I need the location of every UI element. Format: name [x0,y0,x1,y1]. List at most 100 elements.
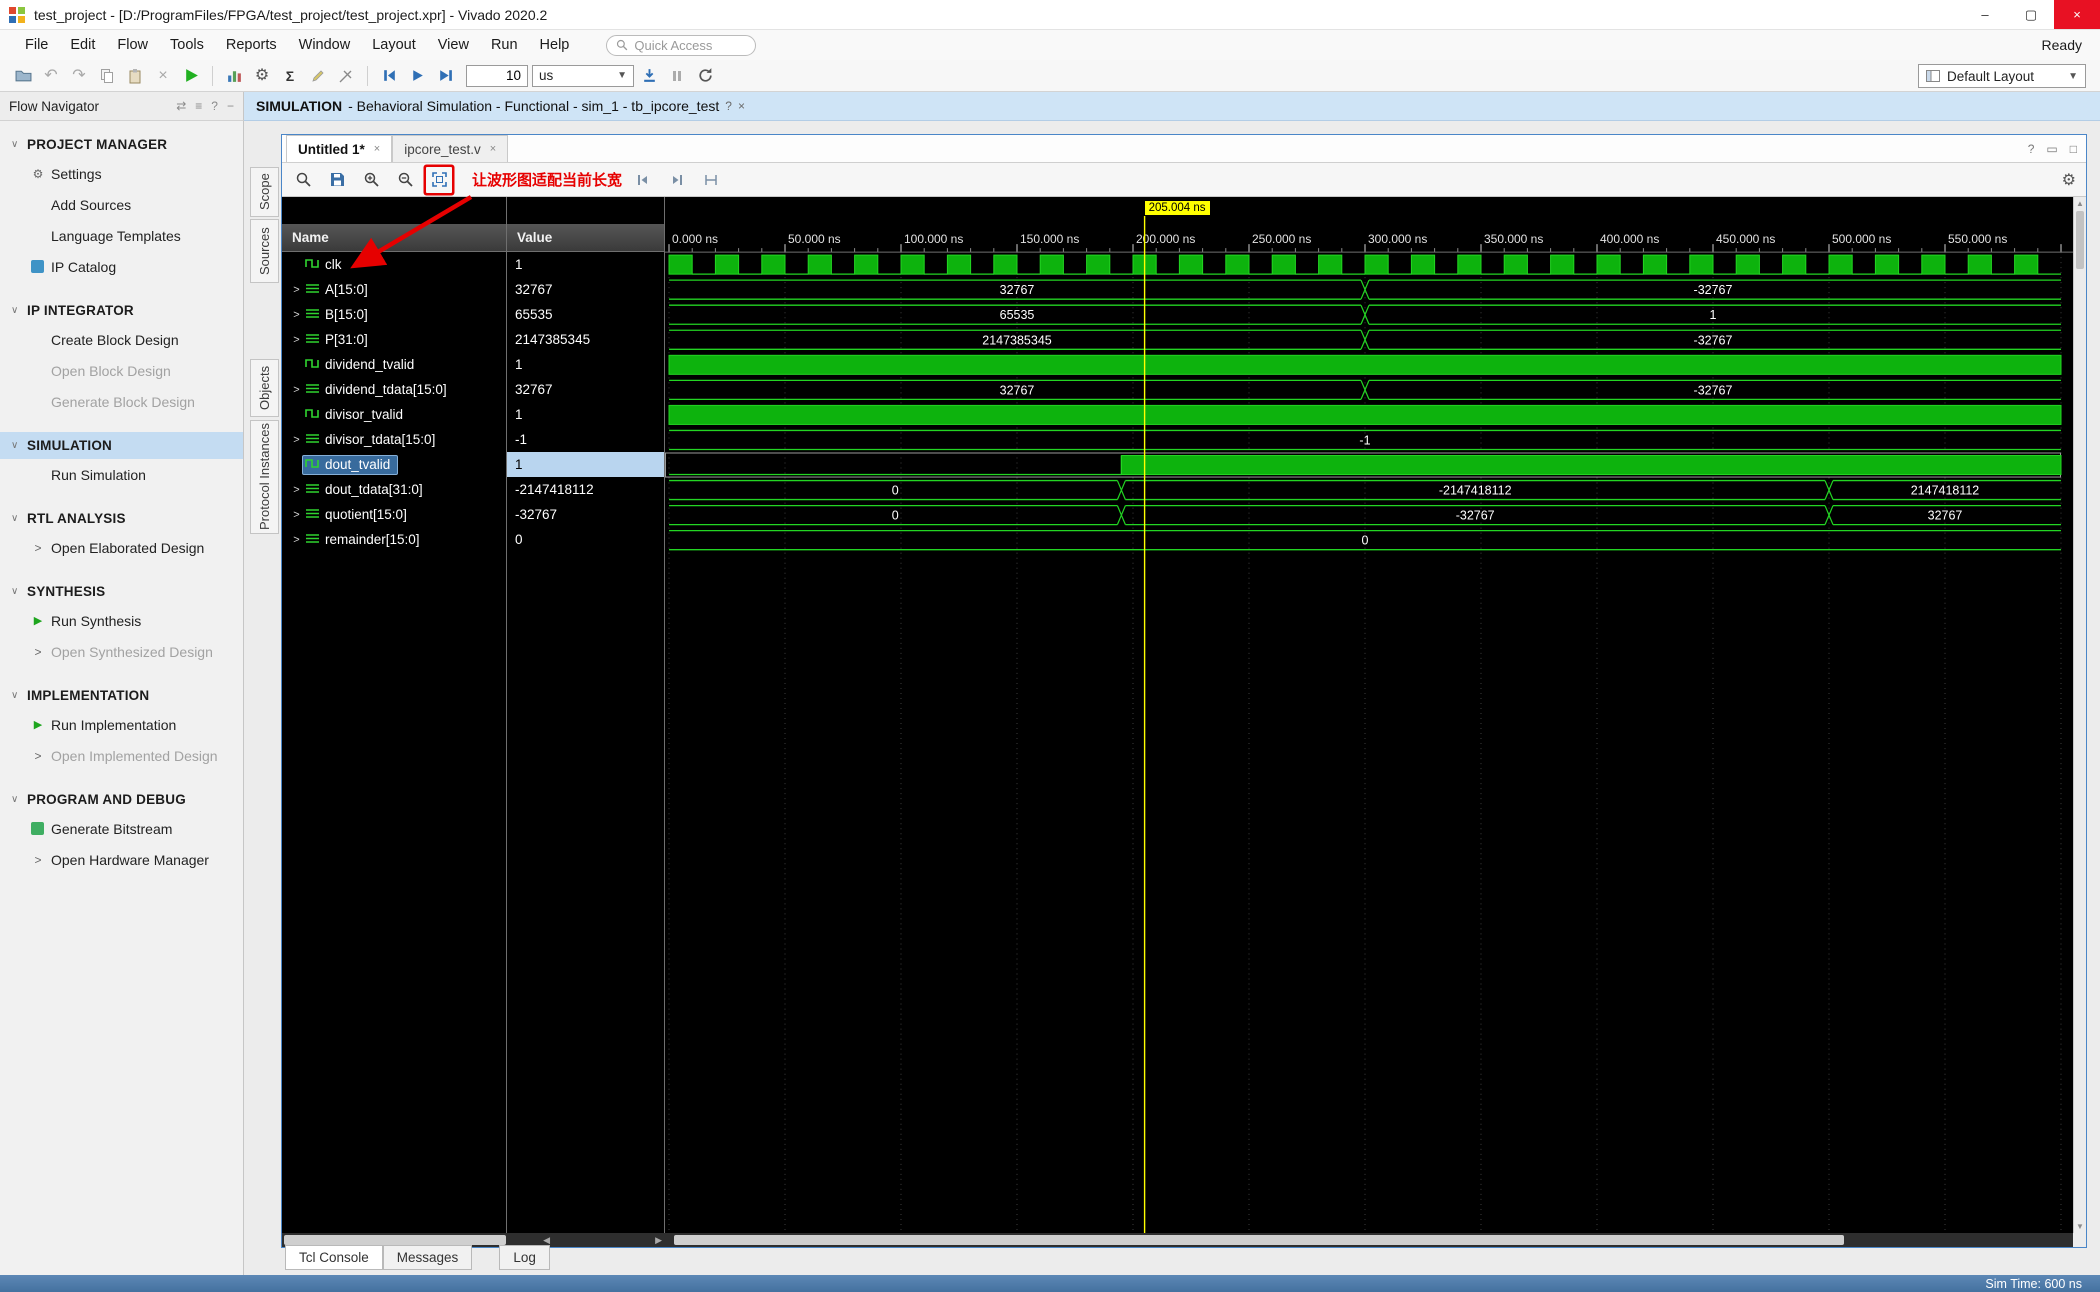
doc-tab-ipcore-test-v[interactable]: ipcore_test.v × [392,135,509,162]
menu-help[interactable]: Help [529,34,581,56]
wave-settings-gear-icon[interactable]: ⚙ [2062,170,2076,190]
wave-hscrollbar[interactable] [666,1233,2073,1247]
tab-close-icon[interactable]: × [374,143,380,155]
signal-row-a-15-0[interactable]: > A[15:0] [282,277,506,302]
side-tab-protocol-instances[interactable]: Protocol Instances [250,420,279,534]
step-button[interactable] [432,63,458,89]
names-hscroll-thumb[interactable] [284,1235,506,1245]
side-tab-objects[interactable]: Objects [250,359,279,417]
run-flow-button[interactable] [178,63,204,89]
flow-section-header-project-manager[interactable]: ∨ PROJECT MANAGER [0,131,243,158]
flow-item-open-synthesized-design[interactable]: > Open Synthesized Design [0,636,243,667]
quick-access-box[interactable]: Quick Access [606,34,757,56]
signal-value-divisor-tvalid[interactable]: 1 [507,402,664,427]
wave-search-icon[interactable] [290,167,316,193]
flow-item-run-synthesis[interactable]: ▶ Run Synthesis [0,605,243,636]
banner-help-icon[interactable]: ? [725,99,732,113]
zoom-fit-button[interactable] [426,167,452,193]
signal-row-quotient-15-0[interactable]: > quotient[15:0] [282,502,506,527]
flow-item-open-elaborated-design[interactable]: > Open Elaborated Design [0,532,243,563]
signal-value-dout-tvalid[interactable]: 1 [507,452,664,477]
flow-item-open-hardware-manager[interactable]: > Open Hardware Manager [0,844,243,875]
nav-help-icon[interactable]: ? [211,99,218,113]
report-icon[interactable] [221,63,247,89]
menu-flow[interactable]: Flow [106,34,159,56]
layout-select[interactable]: Default Layout ▼ [1918,64,2086,88]
flow-item-run-simulation[interactable]: Run Simulation [0,459,243,490]
maximize-button[interactable]: ▢ [2008,0,2054,29]
nav-menu-icon[interactable]: ≡ [195,99,202,113]
redo-icon[interactable]: ↷ [66,63,92,89]
menu-file[interactable]: File [14,34,59,56]
scroll-right-icon[interactable]: ▶ [655,1233,662,1247]
doc-tab-untitled-1[interactable]: Untitled 1* × [286,135,393,162]
flow-item-open-block-design[interactable]: Open Block Design [0,355,243,386]
signal-value-divisor-tdata-15-0[interactable]: -1 [507,427,664,452]
close-button[interactable]: × [2054,0,2100,29]
flow-item-add-sources[interactable]: Add Sources [0,189,243,220]
menu-view[interactable]: View [427,34,480,56]
signal-value-remainder-15-0[interactable]: 0 [507,527,664,552]
menu-window[interactable]: Window [288,34,362,56]
sim-run-time-input[interactable] [466,64,528,87]
side-tab-sources[interactable]: Sources [250,219,279,283]
cursor-time-label[interactable]: 205.004 ns [1144,201,1210,215]
signal-row-divisor-tdata-15-0[interactable]: > divisor_tdata[15:0] [282,427,506,452]
console-tab-messages[interactable]: Messages [382,1245,473,1270]
panel-float-icon[interactable]: ▭ [2046,142,2057,156]
tab-close-icon[interactable]: × [490,143,496,155]
wave-hscroll-thumb[interactable] [674,1235,1844,1245]
menu-run[interactable]: Run [480,34,529,56]
delete-icon[interactable]: × [150,63,176,89]
time-unit-select[interactable]: us ▼ [532,64,634,87]
signal-value-dividend-tvalid[interactable]: 1 [507,352,664,377]
menu-edit[interactable]: Edit [59,34,106,56]
flow-item-settings[interactable]: ⚙ Settings [0,158,243,189]
banner-close-icon[interactable]: × [738,99,745,113]
relaunch-icon[interactable] [692,63,718,89]
vscroll-thumb[interactable] [2076,211,2084,269]
signal-value-a-15-0[interactable]: 32767 [507,277,664,302]
scroll-down-icon[interactable]: ▼ [2074,1222,2086,1231]
flow-item-open-implemented-design[interactable]: > Open Implemented Design [0,740,243,771]
signal-row-p-31-0[interactable]: > P[31:0] [282,327,506,352]
console-tab-tcl-console[interactable]: Tcl Console [285,1245,383,1270]
wave-save-icon[interactable] [324,167,350,193]
signal-row-b-15-0[interactable]: > B[15:0] [282,302,506,327]
goto-previous-transition-icon[interactable] [630,167,656,193]
flow-item-language-templates[interactable]: Language Templates [0,220,243,251]
run-all-button[interactable] [404,63,430,89]
panel-maximize-icon[interactable]: □ [2070,142,2077,156]
console-tab-log[interactable]: Log [499,1245,550,1270]
signal-row-divisor-tvalid[interactable]: divisor_tvalid [282,402,506,427]
signal-row-dout-tvalid[interactable]: dout_tvalid [282,452,506,477]
zoom-out-icon[interactable] [392,167,418,193]
flow-section-header-rtl-analysis[interactable]: ∨ RTL ANALYSIS [0,505,243,532]
flow-section-header-implementation[interactable]: ∨ IMPLEMENTATION [0,682,243,709]
signal-row-clk[interactable]: clk [282,252,506,277]
signal-value-dividend-tdata-15-0[interactable]: 32767 [507,377,664,402]
signal-value-dout-tdata-31-0[interactable]: -2147418112 [507,477,664,502]
zoom-in-icon[interactable] [358,167,384,193]
paste-icon[interactable] [122,63,148,89]
flow-item-ip-catalog[interactable]: IP Catalog [0,251,243,282]
signal-value-clk[interactable]: 1 [507,252,664,277]
sum-icon[interactable]: Σ [277,63,303,89]
open-project-icon[interactable] [10,63,36,89]
vertical-scrollbar[interactable]: ▲ ▼ [2073,197,2086,1233]
flow-item-generate-bitstream[interactable]: Generate Bitstream [0,813,243,844]
signal-row-dout-tdata-31-0[interactable]: > dout_tdata[31:0] [282,477,506,502]
panel-help-icon[interactable]: ? [2028,142,2035,156]
undo-icon[interactable]: ↶ [38,63,64,89]
pause-button[interactable] [664,63,690,89]
menu-layout[interactable]: Layout [361,34,427,56]
menu-tools[interactable]: Tools [159,34,215,56]
debug-probe-icon[interactable] [333,63,359,89]
signal-value-b-15-0[interactable]: 65535 [507,302,664,327]
nav-collapse-icon[interactable]: − [227,99,234,113]
signal-value-p-31-0[interactable]: 2147385345 [507,327,664,352]
edit-pencil-icon[interactable] [305,63,331,89]
dock-icon[interactable]: ⇄ [176,99,186,113]
flow-section-header-program-and-debug[interactable]: ∨ PROGRAM AND DEBUG [0,786,243,813]
minimize-button[interactable]: – [1962,0,2008,29]
